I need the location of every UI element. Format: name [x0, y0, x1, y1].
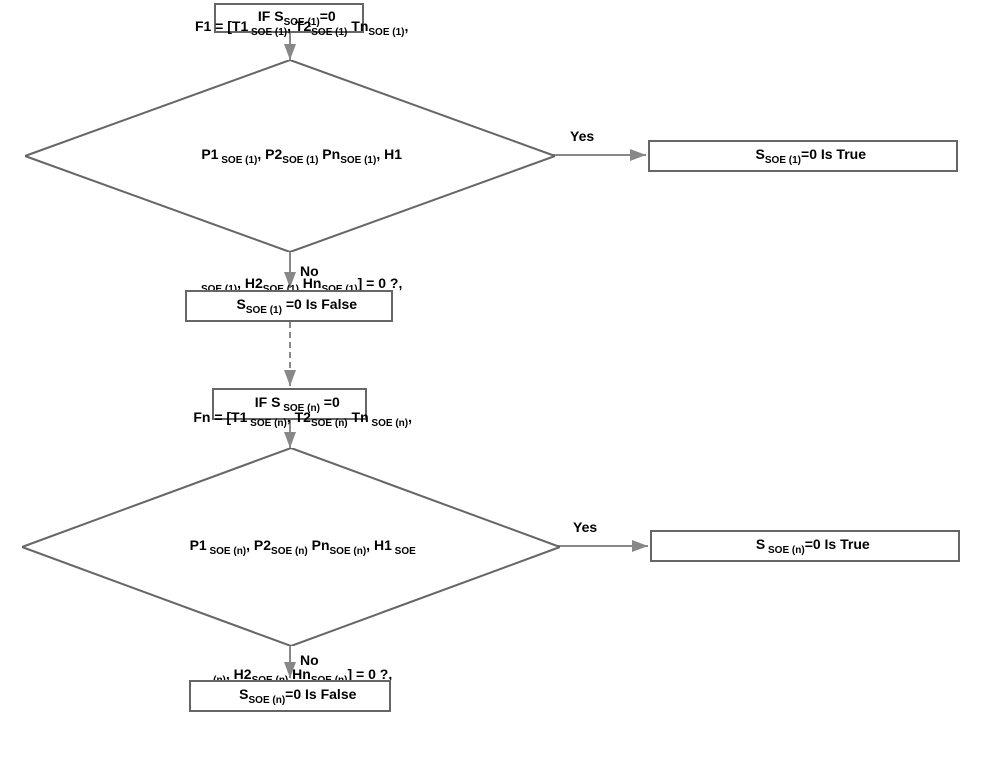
node-s-soe-1-true: SSOE (1)=0 Is True [648, 140, 958, 172]
decision-f1: F1 = [T1 SOE (1), T2SOE (1) TnSOE (1), P… [25, 60, 555, 252]
edge-label-yes-2: Yes [573, 519, 597, 535]
node-s-soe-1-false: SSOE (1) =0 Is False [185, 290, 393, 322]
node-s-soe-n-true: S SOE (n)=0 Is True [650, 530, 960, 562]
node-s-soe-n-false: SSOE (n)=0 Is False [189, 680, 391, 712]
decision-fn: Fn = [T1 SOE (n), T2SOE (n) Tn SOE (n), … [22, 448, 560, 646]
edge-label-yes-1: Yes [570, 128, 594, 144]
